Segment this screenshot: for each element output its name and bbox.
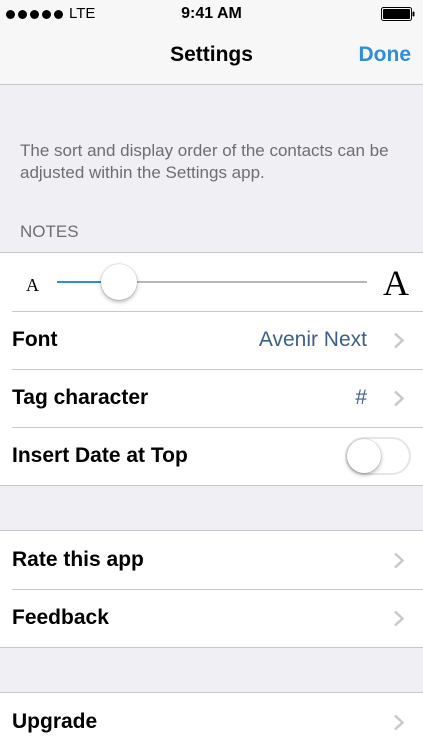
chevron-right-icon	[394, 714, 405, 731]
font-row[interactable]: Font Avenir Next	[0, 311, 423, 369]
tag-character-row[interactable]: Tag character #	[0, 369, 423, 427]
large-font-label: A	[383, 263, 409, 303]
upgrade-row[interactable]: Upgrade	[0, 693, 423, 750]
status-time: 9:41 AM	[181, 5, 242, 22]
upgrade-group: Upgrade	[0, 692, 423, 750]
rate-app-row[interactable]: Rate this app	[0, 531, 423, 589]
done-button[interactable]: Done	[359, 43, 412, 67]
navigation-bar: Settings Done	[0, 28, 423, 85]
tag-character-label: Tag character	[12, 386, 149, 409]
tag-character-value: #	[355, 386, 367, 409]
feedback-row[interactable]: Feedback	[0, 589, 423, 647]
status-bar: LTE 9:41 AM	[0, 0, 423, 28]
app-group: Rate this app Feedback	[0, 530, 423, 648]
chevron-right-icon	[394, 332, 405, 349]
small-font-label: A	[26, 275, 39, 295]
rate-app-label: Rate this app	[12, 548, 144, 571]
insert-date-label: Insert Date at Top	[12, 444, 188, 467]
upgrade-label: Upgrade	[12, 710, 98, 733]
info-text: The sort and display order of the contac…	[20, 141, 389, 182]
font-value: Avenir Next	[258, 328, 367, 351]
notes-settings-group: A A Font Avenir Next Tag character # Ins…	[0, 252, 423, 486]
chevron-right-icon	[394, 552, 405, 569]
toggle-knob	[347, 439, 381, 473]
font-size-slider[interactable]	[57, 264, 367, 300]
font-label: Font	[12, 328, 58, 351]
slider-thumb[interactable]	[101, 264, 137, 300]
chevron-right-icon	[394, 390, 405, 407]
feedback-label: Feedback	[12, 606, 109, 629]
chevron-right-icon	[394, 610, 405, 627]
insert-date-row: Insert Date at Top	[0, 427, 423, 485]
battery-icon	[381, 7, 415, 21]
insert-date-toggle[interactable]	[345, 437, 411, 475]
notes-section-header: NOTES	[20, 222, 79, 241]
font-size-slider-row: A A	[0, 253, 423, 311]
